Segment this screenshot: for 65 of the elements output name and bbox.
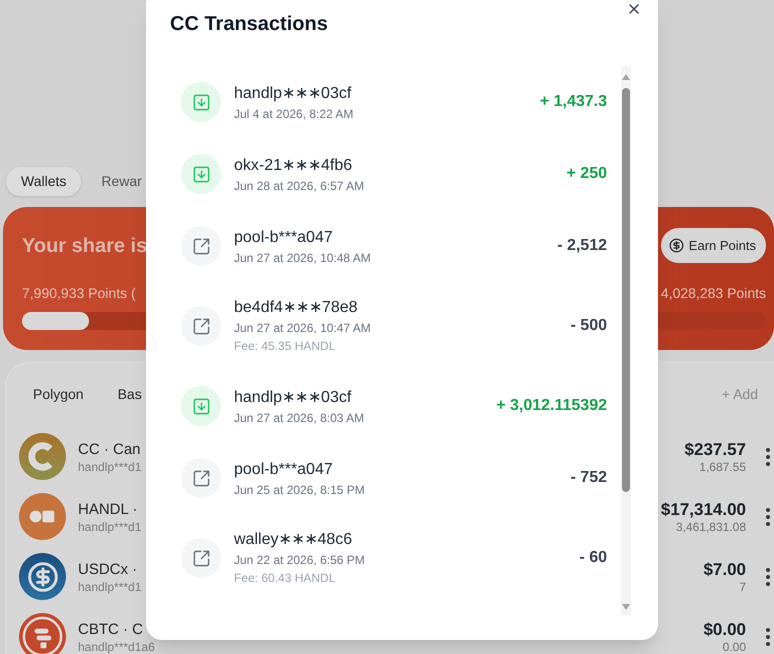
close-icon[interactable] xyxy=(629,4,639,14)
wallet-address: handlp***d1 xyxy=(78,580,142,594)
scrollbar-thumb[interactable] xyxy=(622,88,630,492)
points-text: 4,028,283 Points xyxy=(660,284,766,303)
kebab-menu-icon[interactable] xyxy=(766,568,770,586)
transaction-fee: Fee: 60.43 HANDL xyxy=(234,570,336,586)
token-value: $0.00 xyxy=(703,620,746,640)
counterparty-address: handlp∗∗∗03cf xyxy=(234,84,352,104)
token-name: USDCx · xyxy=(78,560,138,580)
dialog-title: CC Transactions xyxy=(170,12,328,36)
kebab-menu-icon[interactable] xyxy=(766,628,770,646)
wallet-address: handlp***d1a6 xyxy=(78,640,155,654)
counterparty-address: pool-b***a047 xyxy=(234,460,333,480)
arrow-out-box-icon xyxy=(181,458,221,498)
transaction-amount: - 2,512 xyxy=(557,236,607,256)
token-name: CBTC · C xyxy=(78,620,143,640)
transaction-date: Jun 22 at 2026, 6:56 PM xyxy=(234,553,365,567)
network-tab[interactable]: Bas xyxy=(118,384,142,404)
counterparty-address: pool-b***a047 xyxy=(234,228,333,248)
circle-square-logo-icon xyxy=(19,493,66,540)
transaction-amount: - 500 xyxy=(570,316,607,336)
dollar-coin-icon xyxy=(668,238,684,253)
token-value: $17,314.00 xyxy=(660,500,746,520)
earn-points-button[interactable]: Earn Points xyxy=(660,228,766,263)
tab[interactable]: Rewar xyxy=(87,167,144,196)
transaction-amount: + 250 xyxy=(566,164,607,184)
token-name: HANDL · xyxy=(78,500,138,520)
arrow-out-box-icon xyxy=(181,306,221,346)
transaction-amount: - 60 xyxy=(579,548,607,568)
counterparty-address: be4df4∗∗∗78e8 xyxy=(234,298,358,318)
kebab-menu-icon[interactable] xyxy=(766,508,770,526)
counterparty-address: okx-21∗∗∗4fb6 xyxy=(234,156,352,176)
wallet-address: handlp***d1 xyxy=(78,520,142,534)
arrow-down-box-icon xyxy=(181,386,221,426)
transaction-amount: + 1,437.3 xyxy=(540,92,607,112)
transaction-amount: + 3,012.115392 xyxy=(496,396,607,416)
transaction-amount: - 752 xyxy=(570,468,607,488)
transaction-date: Jun 27 at 2026, 10:48 AM xyxy=(234,250,371,264)
arrow-down-box-icon xyxy=(181,154,221,194)
token-balance: 7 xyxy=(739,580,746,594)
token-value: $237.57 xyxy=(684,440,746,460)
transaction-date: Jul 4 at 2026, 8:22 AM xyxy=(234,106,354,120)
arrow-out-box-icon xyxy=(181,226,221,266)
transaction-date: Jun 25 at 2026, 8:15 PM xyxy=(234,482,365,496)
token-name: CC · Can xyxy=(78,440,141,460)
transaction-date: Jun 27 at 2026, 10:47 AM xyxy=(234,321,371,335)
share-headline: Your share is xyxy=(22,234,148,258)
tab[interactable]: Wallets xyxy=(6,167,82,196)
kebab-menu-icon[interactable] xyxy=(766,448,770,466)
token-balance: 3,461,831.08 xyxy=(676,520,746,534)
network-tab[interactable]: Polygon xyxy=(33,384,84,404)
counterparty-address: handlp∗∗∗03cf xyxy=(234,388,352,408)
token-value: $7.00 xyxy=(703,560,746,580)
transaction-date: Jun 27 at 2026, 8:03 AM xyxy=(234,410,364,424)
counterparty-address: walley∗∗∗48c6 xyxy=(234,530,352,550)
transaction-date: Jun 28 at 2026, 6:57 AM xyxy=(234,178,364,192)
token-balance: 1,687.55 xyxy=(699,460,746,474)
token-balance: 0.00 xyxy=(722,640,746,654)
dollar-logo-icon xyxy=(19,553,66,600)
arrow-out-box-icon xyxy=(181,538,221,578)
c-logo-icon xyxy=(19,433,66,480)
points-text: 7,990,933 Points ( xyxy=(22,284,136,303)
wallet-address: handlp***d1 xyxy=(78,460,142,474)
transaction-fee: Fee: 45.35 HANDL xyxy=(234,338,336,354)
arrow-down-box-icon xyxy=(181,82,221,122)
